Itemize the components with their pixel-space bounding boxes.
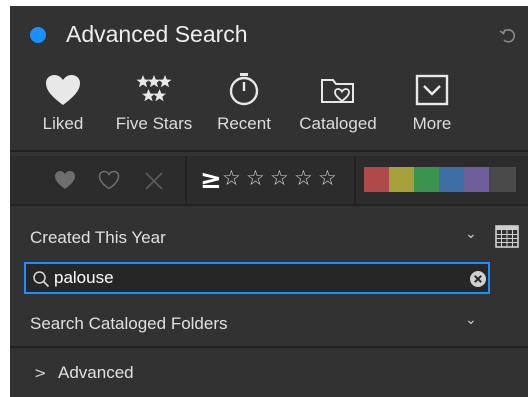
color-label-yellow[interactable]: [389, 167, 414, 192]
heart-icon: [46, 75, 80, 105]
filled-heart-icon[interactable]: [54, 170, 76, 190]
filter-bar: ≥ ☆ ☆ ☆ ☆ ☆: [10, 156, 528, 204]
panel-status-dot: [30, 27, 46, 43]
chevron-down-icon[interactable]: ⌄: [465, 226, 477, 242]
advanced-search-panel: Advanced Search Liked Five Stars Recent …: [10, 6, 528, 397]
search-field[interactable]: [24, 262, 490, 294]
rating-star-2[interactable]: ☆: [246, 166, 265, 190]
rating-star-4[interactable]: ☆: [294, 166, 313, 190]
reset-icon[interactable]: [498, 25, 518, 45]
clear-icon[interactable]: [469, 270, 487, 288]
panel-title: Advanced Search: [66, 21, 248, 47]
liked-button[interactable]: Liked: [40, 70, 86, 140]
chevron-box-icon: [415, 74, 449, 106]
filter-divider: [185, 156, 187, 204]
search-icon: [33, 271, 50, 288]
reject-x-icon[interactable]: [144, 171, 164, 191]
search-scope-value: Search Cataloged Folders: [30, 314, 228, 333]
divider: [10, 150, 528, 152]
recent-button[interactable]: Recent: [213, 70, 275, 140]
divider: [10, 346, 528, 348]
more-label: More: [412, 114, 452, 133]
filter-divider: [354, 156, 356, 204]
divider: [10, 204, 528, 206]
more-button[interactable]: More: [406, 70, 458, 140]
search-input[interactable]: [54, 266, 454, 290]
panel-header[interactable]: Advanced Search: [10, 6, 528, 64]
outline-heart-icon[interactable]: [98, 170, 120, 190]
advanced-label: Advanced: [58, 363, 134, 382]
cataloged-button[interactable]: Cataloged: [294, 70, 382, 140]
search-scope-dropdown[interactable]: Search Cataloged Folders ⌄: [10, 306, 528, 342]
color-label-green[interactable]: [414, 167, 439, 192]
color-label-red[interactable]: [364, 167, 389, 192]
five-stars-button[interactable]: Five Stars: [112, 70, 196, 140]
folder-heart-icon: [321, 79, 354, 103]
rating-star-1[interactable]: ☆: [222, 166, 241, 190]
five-stars-icon: [136, 75, 172, 102]
date-filter-value: Created This Year: [30, 228, 166, 247]
five-stars-label: Five Stars: [115, 114, 193, 133]
advanced-section-toggle[interactable]: > Advanced: [10, 356, 528, 392]
chevron-down-icon[interactable]: ⌄: [465, 312, 477, 328]
color-label-none[interactable]: [489, 167, 516, 192]
color-label-purple[interactable]: [464, 167, 489, 192]
color-label-blue[interactable]: [439, 167, 464, 192]
cataloged-label: Cataloged: [299, 114, 377, 133]
rating-star-3[interactable]: ☆: [270, 166, 289, 190]
liked-label: Liked: [42, 114, 84, 133]
quick-filters: Liked Five Stars Recent Cataloged More: [10, 70, 528, 142]
rating-operator[interactable]: ≥: [200, 165, 222, 195]
calendar-icon[interactable]: [495, 224, 519, 248]
recent-label: Recent: [217, 114, 271, 133]
rating-star-5[interactable]: ☆: [318, 166, 337, 190]
chevron-right-icon: >: [34, 364, 47, 382]
date-filter-dropdown[interactable]: Created This Year ⌄: [10, 220, 528, 256]
stopwatch-icon: [229, 73, 259, 106]
